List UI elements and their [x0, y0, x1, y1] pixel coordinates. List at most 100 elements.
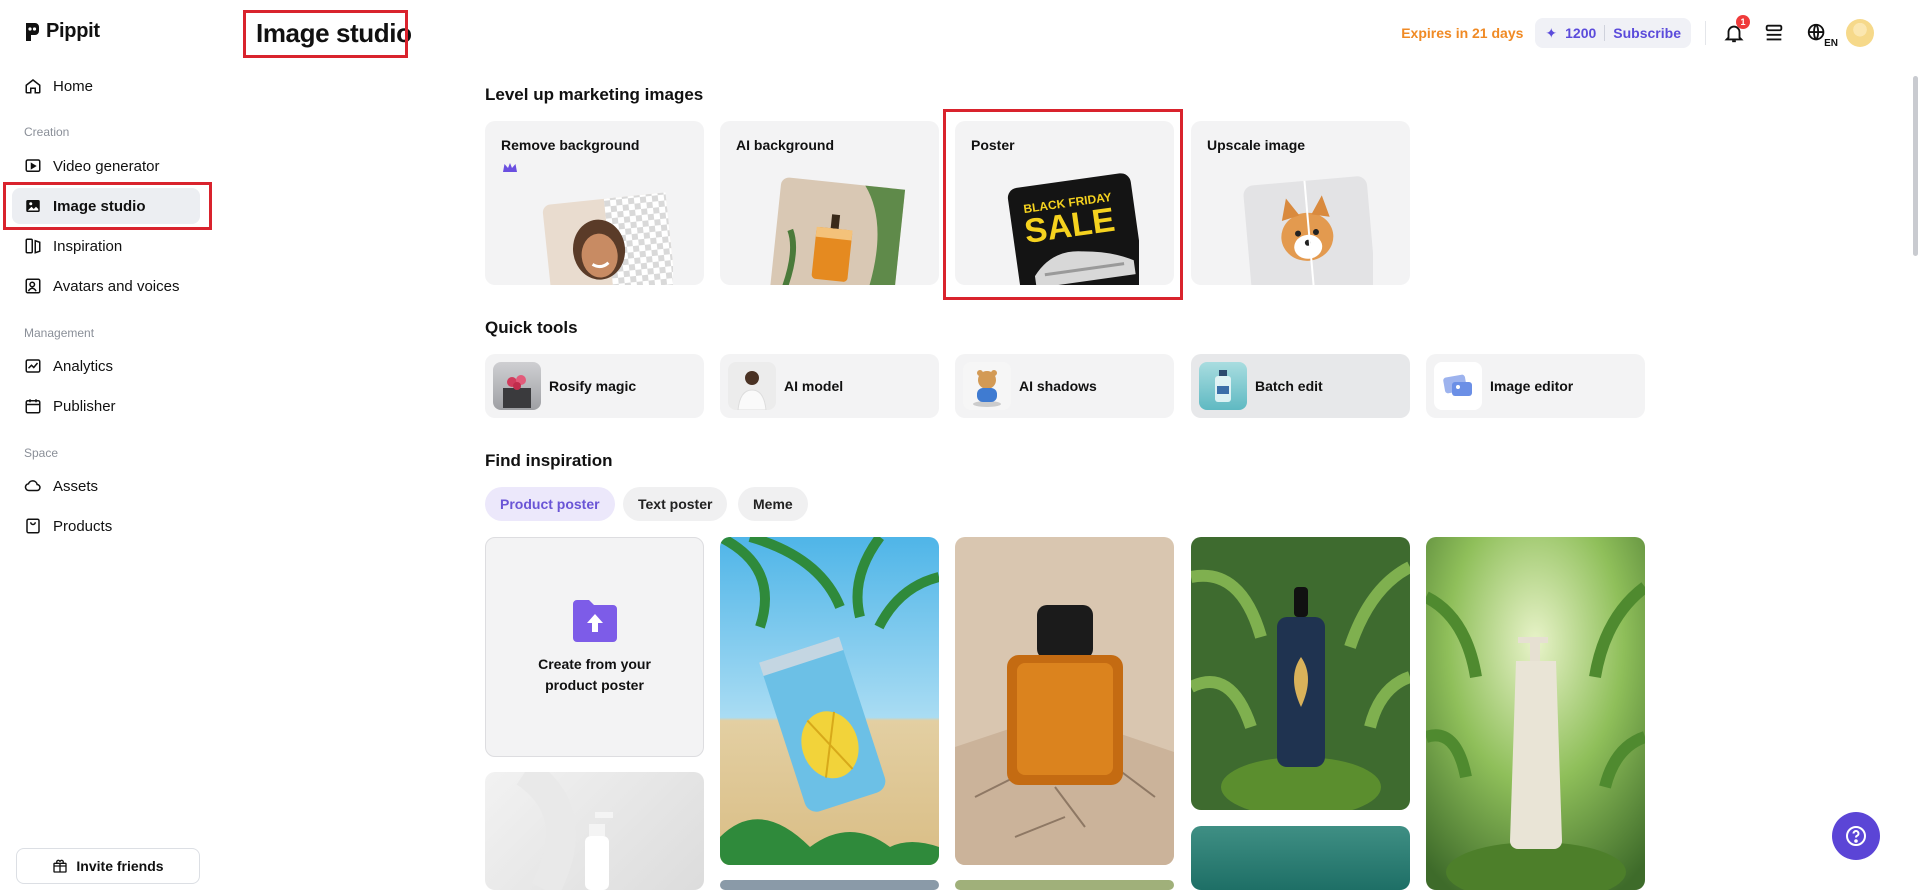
gallery-image-partial[interactable]: [720, 880, 939, 890]
sidebar-item-label: Products: [53, 517, 113, 535]
invite-friends-label: Invite friends: [76, 858, 164, 874]
pippit-logo-icon: [26, 22, 39, 41]
card-upscale-image[interactable]: Upscale image: [1191, 121, 1410, 285]
sidebar-item-label: Image studio: [53, 197, 146, 215]
card-label: AI background: [736, 137, 835, 153]
avatar-voice-icon: [25, 278, 41, 294]
ai-model-thumbnail: [728, 362, 776, 410]
invite-friends-button[interactable]: Invite friends: [16, 848, 200, 884]
calendar-icon: [25, 399, 41, 414]
ai-shadows-thumbnail: [963, 362, 1011, 410]
section-title-quick-tools: Quick tools: [485, 318, 578, 337]
card-label: Poster: [971, 137, 1015, 153]
section-title-marketing: Level up marketing images: [485, 85, 704, 104]
tool-label: Image editor: [1490, 378, 1574, 394]
section-title-find-inspiration: Find inspiration: [485, 451, 613, 470]
rosify-thumbnail: [493, 362, 541, 410]
batch-edit-thumbnail: [1199, 362, 1247, 410]
credits-pill[interactable]: ✦ 1200 Subscribe: [1535, 18, 1691, 48]
expiry-notice[interactable]: Expires in 21 days: [1401, 25, 1523, 41]
tool-rosify-magic[interactable]: Rosify magic: [485, 354, 704, 418]
crown-icon: [503, 163, 517, 172]
chip-product-poster[interactable]: Product poster: [485, 487, 615, 521]
language-code: EN: [1824, 38, 1838, 49]
help-button[interactable]: [1832, 812, 1880, 860]
notification-badge: 1: [1736, 15, 1750, 29]
tool-label: Rosify magic: [549, 378, 637, 394]
upload-folder-icon: [572, 600, 617, 642]
language-button[interactable]: EN: [1800, 19, 1838, 49]
sidebar-item-label: Avatars and voices: [53, 277, 180, 295]
perfume-bottle-image: [770, 177, 906, 285]
card-label: Remove background: [501, 137, 640, 153]
card-remove-background[interactable]: Remove background: [485, 121, 704, 285]
cloud-icon: [24, 480, 41, 492]
sidebar-item-analytics[interactable]: Analytics: [12, 348, 200, 384]
portrait-cutout-image: [543, 192, 674, 285]
sidebar-item-products[interactable]: Products: [12, 508, 200, 544]
gallery-image-lotion-white[interactable]: [485, 772, 704, 890]
divider: [1705, 21, 1706, 45]
section-label-space: Space: [24, 446, 59, 460]
notifications-button[interactable]: 1: [1720, 15, 1750, 47]
section-label-creation: Creation: [24, 125, 70, 139]
question-icon: [1846, 826, 1866, 846]
page-title: Image studio: [256, 18, 412, 48]
gift-icon: [53, 859, 68, 873]
sidebar-item-video-generator[interactable]: Video generator: [12, 148, 200, 184]
sidebar-item-image-studio[interactable]: Image studio: [12, 188, 200, 224]
sidebar-item-label: Home: [53, 77, 94, 95]
tool-ai-model[interactable]: AI model: [720, 354, 939, 418]
sidebar-item-label: Video generator: [53, 157, 160, 175]
tool-label: Batch edit: [1255, 378, 1323, 394]
sidebar: Pippit Home Creation Video generator Ima…: [0, 0, 212, 890]
section-label-management: Management: [24, 326, 95, 340]
sidebar-item-inspiration[interactable]: Inspiration: [12, 228, 200, 264]
header-toolbar: Expires in 21 days ✦ 1200 Subscribe 1 EN: [1401, 15, 1874, 50]
create-from-product-poster-card[interactable]: Create from your product poster: [485, 537, 704, 757]
stack-menu-icon: [1765, 24, 1783, 41]
analytics-icon: [25, 359, 41, 373]
page-scrollbar[interactable]: [1913, 76, 1918, 256]
app-root: Pippit Home Creation Video generator Ima…: [0, 0, 1920, 890]
gallery-image-pump-bottle-forest[interactable]: [1426, 537, 1645, 890]
gallery-image-serum-bottle[interactable]: [1191, 537, 1410, 810]
sidebar-item-publisher[interactable]: Publisher: [12, 388, 200, 424]
menu-button[interactable]: [1760, 19, 1788, 47]
video-generator-icon: [25, 159, 41, 172]
image-editor-thumbnail: [1434, 362, 1482, 410]
home-icon: [25, 79, 41, 94]
sidebar-item-label: Analytics: [53, 357, 114, 375]
sidebar-item-label: Inspiration: [53, 237, 123, 255]
user-avatar[interactable]: [1846, 19, 1874, 47]
app-logo[interactable]: Pippit: [24, 20, 100, 43]
gallery-image-teal-leaf[interactable]: [1191, 826, 1410, 890]
sidebar-item-avatars-voices[interactable]: Avatars and voices: [12, 268, 200, 304]
sidebar-item-label: Assets: [53, 477, 99, 495]
corgi-upscale-image: [1243, 176, 1373, 285]
tool-batch-edit[interactable]: Batch edit: [1191, 354, 1410, 418]
card-label: Upscale image: [1207, 137, 1306, 153]
inspiration-icon: [25, 238, 41, 254]
card-ai-background[interactable]: AI background: [720, 121, 939, 285]
subscribe-link[interactable]: Subscribe: [1613, 25, 1681, 41]
tool-label: AI shadows: [1019, 378, 1097, 394]
sidebar-item-label: Publisher: [53, 397, 116, 415]
tool-image-editor[interactable]: Image editor: [1426, 354, 1645, 418]
gallery-image-partial[interactable]: [955, 880, 1174, 890]
sidebar-item-home[interactable]: Home: [12, 68, 200, 104]
tool-ai-shadows[interactable]: AI shadows: [955, 354, 1174, 418]
chip-text-poster[interactable]: Text poster: [623, 487, 728, 521]
divider: [1604, 25, 1606, 41]
chip-meme[interactable]: Meme: [738, 487, 808, 521]
card-poster[interactable]: Poster BLACK FRIDAY SALE: [955, 121, 1174, 285]
image-studio-icon: [26, 200, 40, 212]
gallery-image-amber-perfume[interactable]: [955, 537, 1174, 865]
product-box-icon: [26, 518, 40, 534]
black-friday-poster-image: BLACK FRIDAY SALE: [1007, 173, 1139, 285]
app-name: Pippit: [46, 20, 100, 42]
credits-count: 1200: [1565, 25, 1597, 41]
gallery-image-pineapple-can[interactable]: [720, 537, 939, 865]
sidebar-item-assets[interactable]: Assets: [12, 468, 200, 504]
sparkle-icon: ✦: [1545, 24, 1558, 41]
